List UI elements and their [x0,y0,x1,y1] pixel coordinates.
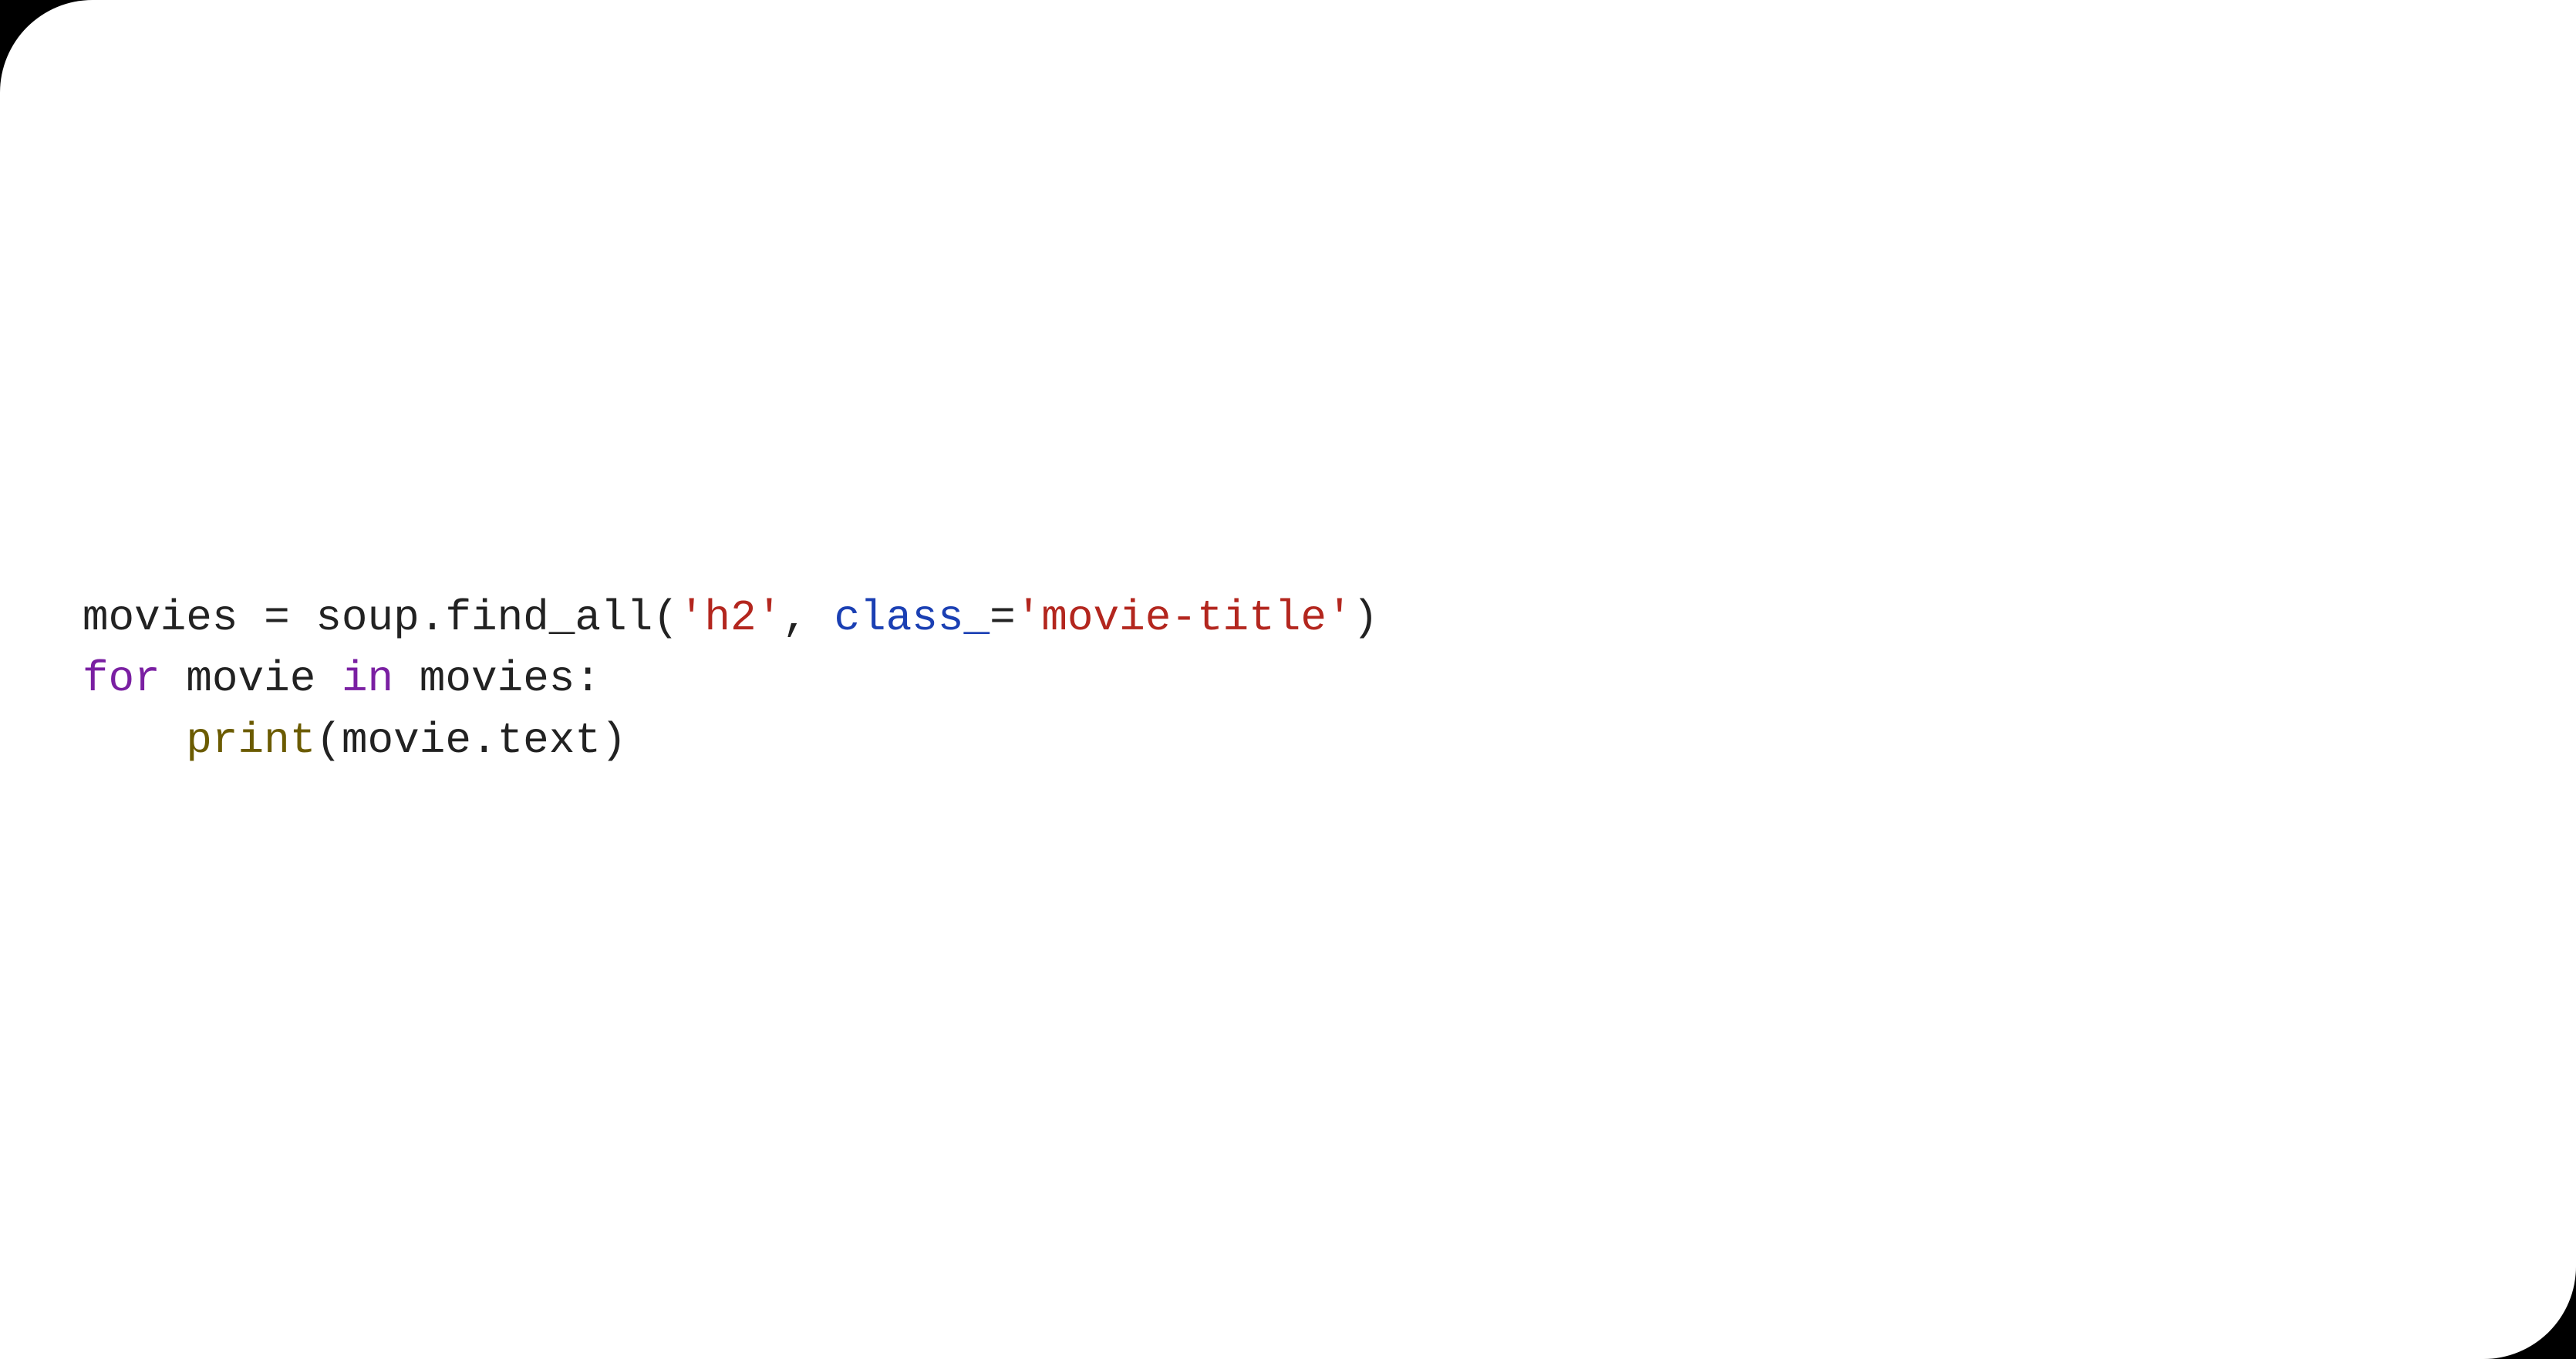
code-card: movies = soup.find_all('h2', class_='mov… [0,0,2576,1359]
code-block: movies = soup.find_all('h2', class_='mov… [83,588,1378,772]
code-token: (movie.text) [315,716,626,765]
code-token: = [990,593,1016,642]
code-token-indent [83,716,186,765]
code-token-string: 'movie-title' [1016,593,1353,642]
code-token-keyword: in [342,654,393,703]
code-token: movies: [393,654,601,703]
code-token: ) [1353,593,1379,642]
code-token: , [782,593,834,642]
code-token: movies = soup.find_all( [83,593,679,642]
code-token: movie [160,654,342,703]
code-token-param: class_ [834,593,990,642]
code-token-keyword: for [83,654,160,703]
code-token-builtin: print [186,716,315,765]
code-token-string: 'h2' [679,593,782,642]
